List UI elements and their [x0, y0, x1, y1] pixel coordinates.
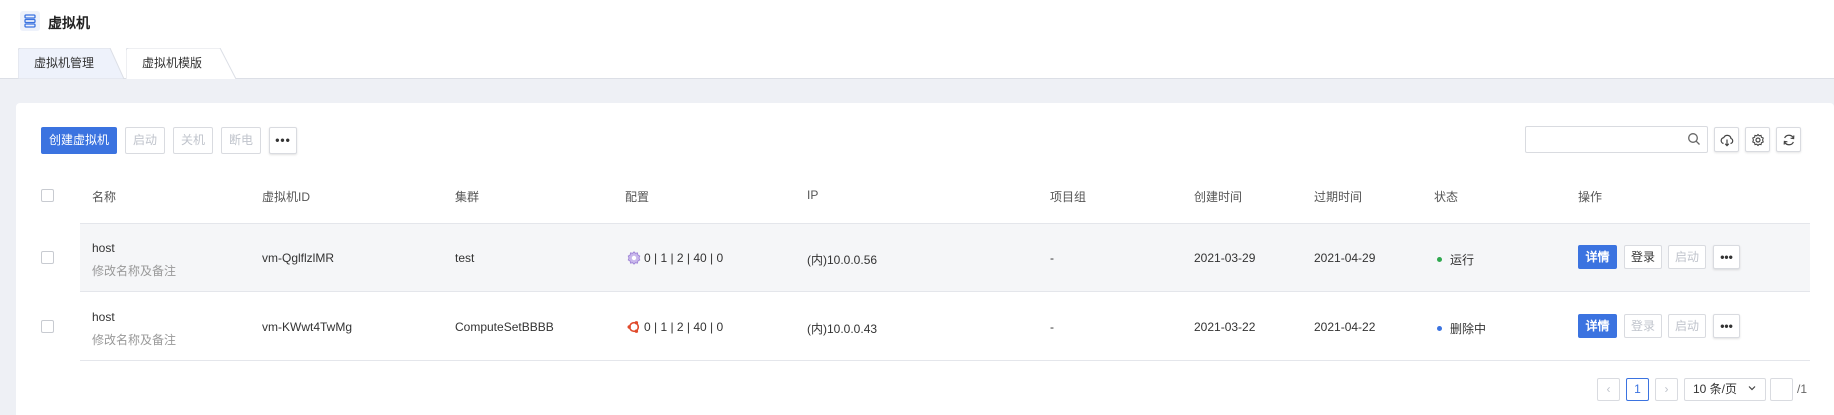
search-box [1525, 126, 1708, 153]
row-checkbox[interactable] [41, 251, 54, 264]
vm-name: host [92, 310, 115, 324]
page-size-select[interactable]: 10 条/页 [1684, 378, 1766, 401]
page-header: 虚拟机 虚拟机管理 虚拟机模版 [0, 0, 1834, 79]
vm-created: 2021-03-22 [1194, 320, 1256, 334]
vm-config: 0 | 1 | 2 | 40 | 0 [627, 320, 723, 335]
settings-button[interactable] [1745, 127, 1770, 152]
tab-label: 虚拟机管理 [34, 56, 95, 70]
detail-button[interactable]: 详情 [1578, 245, 1617, 269]
status-label: 删除中 [1450, 322, 1487, 336]
total-pages: /1 [1797, 382, 1808, 396]
select-all-checkbox[interactable] [41, 189, 54, 202]
vm-id: vm-QglflzlMR [262, 251, 334, 265]
start-row-button[interactable]: 启动 [1668, 314, 1706, 338]
page-number-button[interactable]: 1 [1626, 378, 1649, 401]
more-actions-button[interactable]: ••• [269, 127, 297, 154]
gear-os-icon [627, 251, 641, 265]
vm-id: vm-KWwt4TwMg [262, 320, 352, 334]
page-title: 虚拟机 [48, 15, 90, 31]
column-header-ip: IP [807, 188, 819, 202]
row-more-button[interactable]: ••• [1713, 314, 1740, 338]
tab-divider [0, 78, 1834, 79]
vm-name: host [92, 241, 115, 255]
column-header-status: 状态 [1434, 190, 1459, 204]
detail-button[interactable]: 详情 [1578, 314, 1617, 338]
tab-bar: 虚拟机管理 虚拟机模版 [0, 48, 1834, 79]
search-icon[interactable] [1687, 132, 1701, 149]
next-page-button[interactable]: › [1655, 378, 1678, 401]
column-header-expires: 过期时间 [1314, 190, 1363, 204]
shutdown-button[interactable]: 关机 [173, 127, 213, 154]
column-header-config: 配置 [625, 190, 650, 204]
poweroff-button[interactable]: 断电 [221, 127, 261, 154]
vm-ip: (内)10.0.0.56 [807, 253, 878, 267]
refresh-button[interactable] [1776, 127, 1801, 152]
row-checkbox[interactable] [41, 320, 54, 333]
start-row-button[interactable]: 启动 [1668, 245, 1706, 269]
vm-expires: 2021-04-29 [1314, 251, 1376, 265]
column-header-actions: 操作 [1578, 190, 1603, 204]
vm-expires: 2021-04-22 [1314, 320, 1376, 334]
edit-name-note-link[interactable]: 修改名称及备注 [92, 331, 176, 348]
vm-created: 2021-03-29 [1194, 251, 1256, 265]
chevron-down-icon [1747, 379, 1757, 400]
server-icon [20, 11, 40, 31]
vm-cluster: ComputeSetBBBB [455, 320, 554, 334]
login-button[interactable]: 登录 [1624, 245, 1662, 269]
edit-name-note-link[interactable]: 修改名称及备注 [92, 262, 176, 279]
create-vm-button[interactable]: 创建虚拟机 [41, 127, 117, 154]
page-jump-input[interactable] [1770, 378, 1793, 401]
column-header-name: 名称 [92, 190, 117, 204]
vm-ip: (内)10.0.0.43 [807, 322, 878, 336]
download-button[interactable] [1714, 127, 1739, 152]
status-dot [1437, 326, 1442, 332]
column-header-cluster: 集群 [455, 190, 480, 204]
login-button[interactable]: 登录 [1624, 314, 1662, 338]
table-row [80, 223, 1810, 292]
status-label: 运行 [1450, 253, 1475, 267]
vm-config: 0 | 1 | 2 | 40 | 0 [627, 251, 723, 266]
vm-project: - [1050, 320, 1054, 334]
status-badge: 删除中 [1437, 320, 1486, 337]
vm-project: - [1050, 251, 1054, 265]
row-more-button[interactable]: ••• [1713, 245, 1740, 269]
ubuntu-icon [627, 320, 641, 334]
tab-vm-management[interactable]: 虚拟机管理 [18, 48, 124, 79]
start-button[interactable]: 启动 [125, 127, 165, 154]
status-dot [1437, 257, 1442, 263]
search-input[interactable] [1526, 127, 1686, 152]
vm-config-value: 0 | 1 | 2 | 40 | 0 [644, 320, 724, 334]
status-badge: 运行 [1437, 251, 1474, 268]
tab-vm-template[interactable]: 虚拟机模版 [126, 48, 236, 79]
column-header-project: 项目组 [1050, 190, 1087, 204]
column-header-created: 创建时间 [1194, 190, 1243, 204]
vm-cluster: test [455, 251, 475, 265]
page-size-value: 10 条/页 [1693, 382, 1738, 396]
prev-page-button[interactable]: ‹ [1597, 378, 1620, 401]
vm-config-value: 0 | 1 | 2 | 40 | 0 [644, 251, 724, 265]
tab-label: 虚拟机模版 [142, 56, 203, 70]
column-header-vm-id: 虚拟机ID [262, 190, 311, 204]
